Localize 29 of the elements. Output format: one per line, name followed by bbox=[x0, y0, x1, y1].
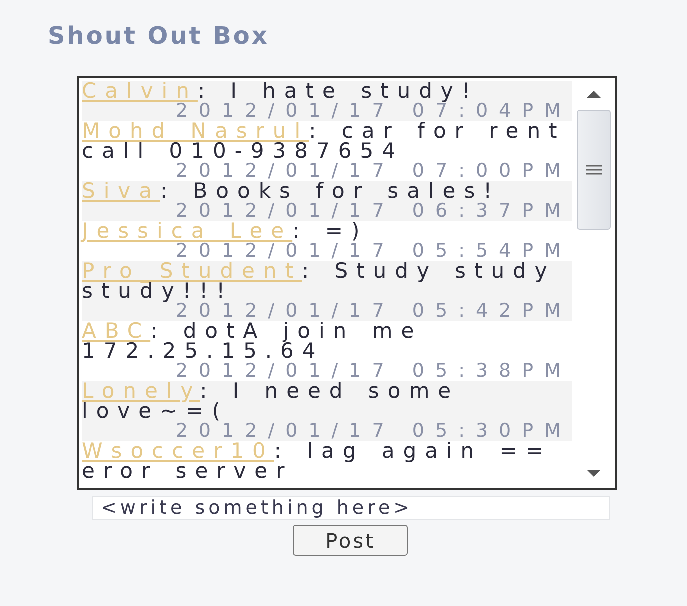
username-link[interactable]: Mohd Nasrul bbox=[82, 119, 310, 143]
timestamp: 2012/01/17 05:30PM bbox=[176, 421, 572, 441]
grip-icon bbox=[586, 165, 602, 175]
scroll-down-icon[interactable] bbox=[586, 470, 600, 478]
message-text: Jessica Lee: =) bbox=[82, 221, 368, 241]
username-link[interactable]: Lonely bbox=[82, 379, 200, 403]
message-text: ABC: dotA join me 172.25.15.64 bbox=[82, 321, 423, 361]
message-text: Siva: Books for sales! bbox=[82, 181, 501, 201]
timestamp: 2012/01/17 05:54PM bbox=[176, 241, 572, 261]
timestamp: 2012/01/17 05:42PM bbox=[176, 301, 572, 321]
username-link[interactable]: Wsoccer10 bbox=[82, 439, 274, 463]
message-text: Calvin: I hate study! bbox=[82, 81, 479, 101]
username-link[interactable]: Calvin bbox=[82, 79, 198, 103]
username-link[interactable]: Jessica Lee bbox=[82, 219, 293, 243]
timestamp: 2012/01/17 05:38PM bbox=[174, 361, 572, 381]
scroll-up-icon[interactable] bbox=[586, 90, 600, 98]
message-input[interactable]: <write something here> bbox=[92, 496, 610, 520]
message-text: Wsoccer10: lag again == eror server bbox=[82, 441, 553, 481]
message-text: Pro_Student: Study study study!!! bbox=[82, 261, 556, 301]
message-text: Lonely: I need some love~=( bbox=[82, 381, 460, 421]
message-text: Mohd Nasrul: car for rent call 010-9387654 bbox=[82, 121, 567, 161]
timestamp: 2012/01/17 06:37PM bbox=[174, 201, 572, 221]
timestamp: 2012/01/17 07:04PM bbox=[174, 101, 572, 121]
post-button[interactable]: Post bbox=[293, 525, 408, 556]
scroll-thumb[interactable] bbox=[576, 110, 610, 230]
box-title: Shout Out Box bbox=[48, 22, 270, 52]
username-link[interactable]: Pro_Student bbox=[82, 259, 302, 283]
username-link[interactable]: Siva bbox=[82, 179, 160, 203]
timestamp: 2012/01/17 07:00PM bbox=[174, 161, 572, 181]
